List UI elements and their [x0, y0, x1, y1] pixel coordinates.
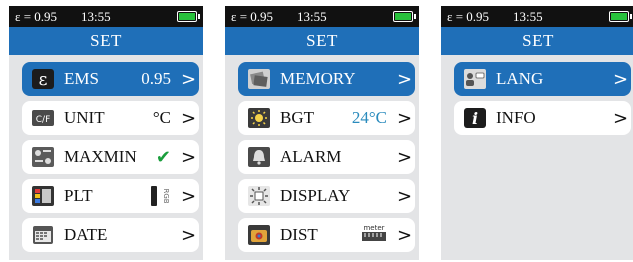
meter-label: meter	[363, 224, 384, 232]
rgb-icon: RGB	[149, 184, 171, 208]
screen-title: SET	[225, 27, 419, 55]
clock: 13:55	[81, 8, 111, 24]
ems-value: 0.95	[141, 69, 171, 88]
menu-item-label: ALARM	[280, 147, 342, 166]
menu-item-label: DIST	[280, 225, 318, 244]
menu-item-dist[interactable]: DIST meter >	[238, 218, 415, 252]
menu-item-display[interactable]: DISPLAY >	[238, 179, 415, 213]
menu-item-alarm[interactable]: ALARM >	[238, 140, 415, 174]
menu-item-date[interactable]: DATE >	[22, 218, 199, 252]
settings-menu: MEMORY > BGT 24°C > ALARM > DISPLAY > DI…	[225, 55, 419, 252]
clock: 13:55	[513, 8, 543, 24]
menu-item-label: UNIT	[64, 108, 105, 127]
svg-text:C/F: C/F	[36, 115, 51, 125]
meter-icon: meter	[361, 223, 387, 248]
menu-item-maxmin[interactable]: MAXMIN ✔ >	[22, 140, 199, 174]
bell-icon	[246, 145, 272, 169]
cf-icon: C/F	[30, 106, 56, 130]
menu-item-label: BGT	[280, 108, 314, 127]
settings-menu: LANG > i INFO >	[441, 55, 633, 135]
display-icon	[246, 184, 272, 208]
emissivity-readout: ε = 0.95	[447, 8, 490, 24]
info-icon: i	[462, 106, 488, 130]
chevron-right-icon: >	[397, 185, 413, 207]
emissivity-readout: ε = 0.95	[15, 8, 58, 24]
palette-icon	[30, 184, 56, 208]
chevron-right-icon: >	[181, 107, 197, 129]
menu-item-label: PLT	[64, 186, 93, 205]
menu-item-bgt[interactable]: BGT 24°C >	[238, 101, 415, 135]
menu-item-label: LANG	[496, 69, 544, 88]
settings-screen-3: ε = 0.95 13:55 SET LANG > i INFO >	[441, 6, 633, 260]
rgb-label: RGB	[162, 188, 170, 203]
menu-item-label: INFO	[496, 108, 536, 127]
svg-text:i: i	[472, 109, 478, 128]
chevron-right-icon: >	[613, 107, 629, 129]
chevron-right-icon: >	[397, 146, 413, 168]
clock: 13:55	[297, 8, 327, 24]
chevron-right-icon: >	[613, 68, 629, 90]
settings-screen-1: ε = 0.95 13:55 SET ε EMS 0.95 > C/F UNIT…	[9, 6, 203, 260]
maxmin-icon	[30, 145, 56, 169]
battery-icon	[393, 11, 416, 22]
chevron-right-icon: >	[181, 224, 197, 246]
status-bar: ε = 0.95 13:55	[441, 6, 633, 27]
menu-item-info[interactable]: i INFO >	[454, 101, 631, 135]
language-icon	[462, 67, 488, 91]
battery-icon	[609, 11, 632, 22]
menu-item-lang[interactable]: LANG >	[454, 62, 631, 96]
settings-menu: ε EMS 0.95 > C/F UNIT °C > MAXMIN ✔ > PL…	[9, 55, 203, 252]
chevron-right-icon: >	[181, 146, 197, 168]
bgt-value: 24°C	[351, 108, 387, 127]
settings-screen-2: ε = 0.95 13:55 SET MEMORY > BGT 24°C > A…	[225, 6, 419, 260]
battery-icon	[177, 11, 200, 22]
menu-item-label: DATE	[64, 225, 108, 244]
menu-item-label: MAXMIN	[64, 147, 137, 166]
chevron-right-icon: >	[397, 224, 413, 246]
memory-icon	[246, 67, 272, 91]
chevron-right-icon: >	[181, 185, 197, 207]
menu-item-plt[interactable]: PLT RGB >	[22, 179, 199, 213]
screen-title: SET	[9, 27, 203, 55]
menu-item-label: DISPLAY	[280, 186, 351, 205]
menu-item-ems[interactable]: ε EMS 0.95 >	[22, 62, 199, 96]
distance-icon	[246, 223, 272, 247]
screen-title: SET	[441, 27, 633, 55]
menu-item-unit[interactable]: C/F UNIT °C >	[22, 101, 199, 135]
epsilon-icon: ε	[30, 67, 56, 91]
unit-value: °C	[152, 108, 171, 127]
svg-text:ε: ε	[39, 70, 48, 90]
chevron-right-icon: >	[181, 68, 197, 90]
menu-item-label: MEMORY	[280, 69, 356, 88]
status-bar: ε = 0.95 13:55	[9, 6, 203, 27]
chevron-right-icon: >	[397, 107, 413, 129]
status-bar: ε = 0.95 13:55	[225, 6, 419, 27]
check-icon: ✔	[155, 146, 171, 168]
menu-item-label: EMS	[64, 69, 99, 88]
chevron-right-icon: >	[397, 68, 413, 90]
sun-icon	[246, 106, 272, 130]
menu-item-memory[interactable]: MEMORY >	[238, 62, 415, 96]
emissivity-readout: ε = 0.95	[231, 8, 274, 24]
calendar-icon	[30, 223, 56, 247]
